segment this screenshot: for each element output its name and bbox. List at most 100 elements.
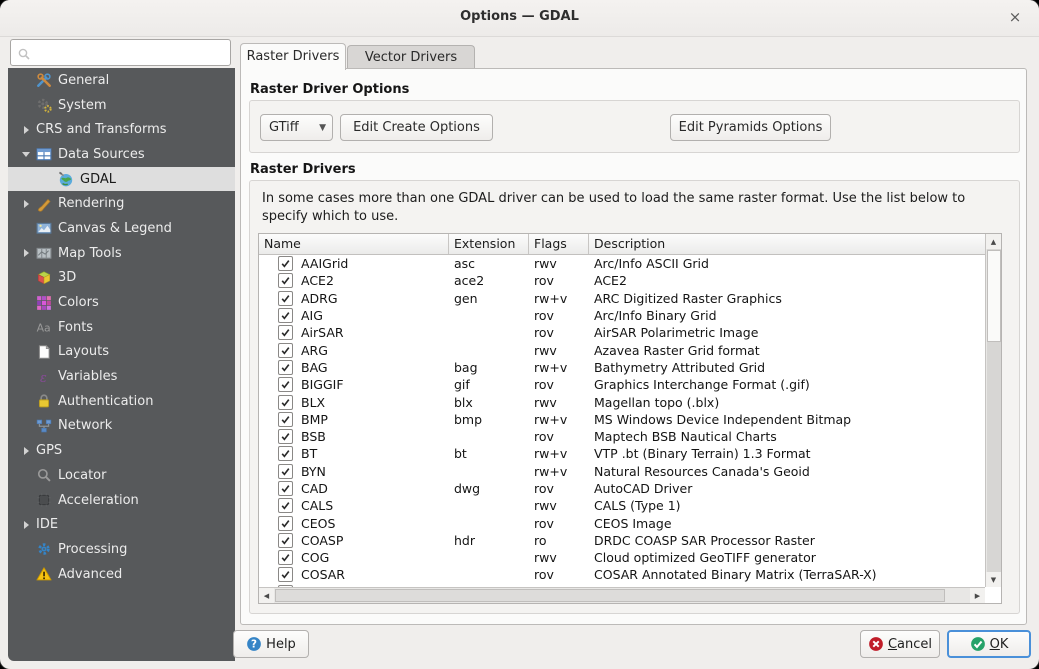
driver-row-aig[interactable]: AIGrovArc/Info Binary Grid [259, 307, 985, 324]
checkbox-checked-icon[interactable] [278, 498, 293, 513]
vertical-scroll-track[interactable] [987, 249, 1001, 572]
checkbox-checked-icon[interactable] [278, 256, 293, 271]
driver-row-airsar[interactable]: AirSARrovAirSAR Polarimetric Image [259, 324, 985, 341]
expander-expanded-icon[interactable] [16, 152, 36, 157]
driver-row-cad[interactable]: CADdwgrovAutoCAD Driver [259, 480, 985, 497]
checkbox-checked-icon[interactable] [278, 567, 293, 582]
expander-collapsed-icon[interactable] [16, 447, 36, 455]
sidebar-item-variables[interactable]: εVariables [8, 364, 235, 389]
checkbox-checked-icon[interactable] [278, 395, 293, 410]
edit-pyramids-options-button[interactable]: Edit Pyramids Options [670, 114, 831, 141]
sidebar-item-processing[interactable]: Processing [8, 537, 235, 562]
sidebar-item-general[interactable]: General [8, 68, 235, 93]
sidebar-item-gps[interactable]: GPS [8, 438, 235, 463]
sidebar-item-gdal[interactable]: GDAL [8, 167, 235, 192]
vertical-scroll-thumb[interactable] [987, 250, 1001, 342]
checkbox-checked-icon[interactable] [278, 429, 293, 444]
driver-name: CAD [301, 481, 328, 496]
checkbox-checked-icon[interactable] [278, 533, 293, 548]
checkbox-checked-icon[interactable] [278, 516, 293, 531]
vertical-scrollbar[interactable]: ▲ ▼ [985, 234, 1001, 587]
column-header-flags[interactable]: Flags [529, 234, 589, 254]
advanced-icon [36, 566, 52, 582]
driver-row-arg[interactable]: ARGrwvAzavea Raster Grid format [259, 341, 985, 358]
titlebar[interactable]: Options — GDAL × [0, 0, 1039, 37]
checkbox-checked-icon[interactable] [278, 273, 293, 288]
sidebar-item-authentication[interactable]: Authentication [8, 389, 235, 414]
sidebar-item-system[interactable]: System [8, 93, 235, 118]
expander-collapsed-icon[interactable] [16, 126, 36, 134]
sidebar-item-data-sources[interactable]: Data Sources [8, 142, 235, 167]
cancel-button[interactable]: Cancel [860, 630, 940, 658]
sidebar-item-acceleration[interactable]: Acceleration [8, 488, 235, 513]
expander-collapsed-icon[interactable] [16, 200, 36, 208]
map-tools-icon [36, 245, 52, 261]
driver-row-cals[interactable]: CALSrwvCALS (Type 1) [259, 497, 985, 514]
sidebar-search-input[interactable] [10, 39, 231, 66]
driver-row-bt[interactable]: BTbtrw+vVTP .bt (Binary Terrain) 1.3 For… [259, 445, 985, 462]
sidebar-item-advanced[interactable]: Advanced [8, 562, 235, 587]
driver-description: Cloud optimized GeoTIFF generator [589, 550, 985, 565]
sidebar-item-3d[interactable]: 3D [8, 266, 235, 291]
driver-row-bmp[interactable]: BMPbmprw+vMS Windows Device Independent … [259, 411, 985, 428]
column-header-extension[interactable]: Extension [449, 234, 529, 254]
sidebar-item-label: System [58, 98, 106, 113]
checkbox-checked-icon[interactable] [278, 343, 293, 358]
help-button[interactable]: ? Help [233, 630, 309, 658]
driver-row-adrg[interactable]: ADRGgenrw+vARC Digitized Raster Graphics [259, 290, 985, 307]
sidebar-item-fonts[interactable]: AaFonts [8, 315, 235, 340]
sidebar-item-ide[interactable]: IDE [8, 512, 235, 537]
tab-raster-drivers[interactable]: Raster Drivers [240, 43, 346, 70]
driver-select[interactable]: GTiff ▼ [260, 114, 333, 141]
expander-collapsed-icon[interactable] [16, 521, 36, 529]
sidebar-item-rendering[interactable]: Rendering [8, 191, 235, 216]
scroll-right-icon[interactable]: ▶ [970, 588, 985, 603]
checkbox-checked-icon[interactable] [278, 291, 293, 306]
checkbox-checked-icon[interactable] [278, 360, 293, 375]
sidebar-item-canvas-and-legend[interactable]: Canvas & Legend [8, 216, 235, 241]
sidebar-item-colors[interactable]: Colors [8, 290, 235, 315]
driver-row-aaigrid[interactable]: AAIGridascrwvArc/Info ASCII Grid [259, 255, 985, 272]
driver-row-blx[interactable]: BLXblxrwvMagellan topo (.blx) [259, 393, 985, 410]
tab-vector-drivers[interactable]: Vector Drivers [347, 45, 475, 70]
sidebar-item-crs-and-transforms[interactable]: CRS and Transforms [8, 117, 235, 142]
expander-collapsed-icon[interactable] [16, 249, 36, 257]
driver-description: Graphics Interchange Format (.gif) [589, 377, 985, 392]
scroll-down-icon[interactable]: ▼ [986, 572, 1001, 587]
checkbox-checked-icon[interactable] [278, 308, 293, 323]
ok-button[interactable]: OK [947, 630, 1031, 658]
driver-row-ceos[interactable]: CEOSrovCEOS Image [259, 514, 985, 531]
driver-row-bag[interactable]: BAGbagrw+vBathymetry Attributed Grid [259, 359, 985, 376]
checkbox-checked-icon[interactable] [278, 412, 293, 427]
driver-row-coasp[interactable]: COASPhdrroDRDC COASP SAR Processor Raste… [259, 532, 985, 549]
checkbox-checked-icon[interactable] [278, 481, 293, 496]
scroll-left-icon[interactable]: ◀ [259, 588, 274, 603]
horizontal-scroll-thumb[interactable] [275, 589, 945, 602]
driver-row-ace2[interactable]: ACE2ace2rovACE2 [259, 272, 985, 289]
checkbox-checked-icon[interactable] [278, 377, 293, 392]
scroll-up-icon[interactable]: ▲ [986, 234, 1001, 249]
driver-row-bsb[interactable]: BSBrovMaptech BSB Nautical Charts [259, 428, 985, 445]
checkbox-checked-icon[interactable] [278, 446, 293, 461]
sidebar-item-map-tools[interactable]: Map Tools [8, 241, 235, 266]
driver-table-rows: AAIGridascrwvArc/Info ASCII GridACE2ace2… [259, 255, 985, 587]
driver-description: Magellan topo (.blx) [589, 395, 985, 410]
horizontal-scrollbar[interactable]: ◀ ▶ [259, 587, 985, 603]
raster-drivers-group: In some cases more than one GDAL driver … [249, 180, 1020, 614]
checkbox-checked-icon[interactable] [278, 550, 293, 565]
checkbox-checked-icon[interactable] [278, 325, 293, 340]
driver-row-biggif[interactable]: BIGGIFgifrovGraphics Interchange Format … [259, 376, 985, 393]
driver-row-cosar[interactable]: COSARrovCOSAR Annotated Binary Matrix (T… [259, 566, 985, 583]
sidebar-item-label: Data Sources [58, 147, 145, 162]
sidebar-item-locator[interactable]: Locator [8, 463, 235, 488]
driver-row-byn[interactable]: BYNrw+vNatural Resources Canada's Geoid [259, 463, 985, 480]
column-header-name[interactable]: Name [259, 234, 449, 254]
column-header-description[interactable]: Description [589, 234, 987, 254]
checkbox-checked-icon[interactable] [278, 464, 293, 479]
driver-row-cog[interactable]: COGrwvCloud optimized GeoTIFF generator [259, 549, 985, 566]
sidebar-item-network[interactable]: Network [8, 414, 235, 439]
sidebar-item-layouts[interactable]: Layouts [8, 340, 235, 365]
ok-icon [970, 636, 986, 652]
edit-create-options-button[interactable]: Edit Create Options [340, 114, 493, 141]
close-icon[interactable]: × [1005, 8, 1025, 28]
